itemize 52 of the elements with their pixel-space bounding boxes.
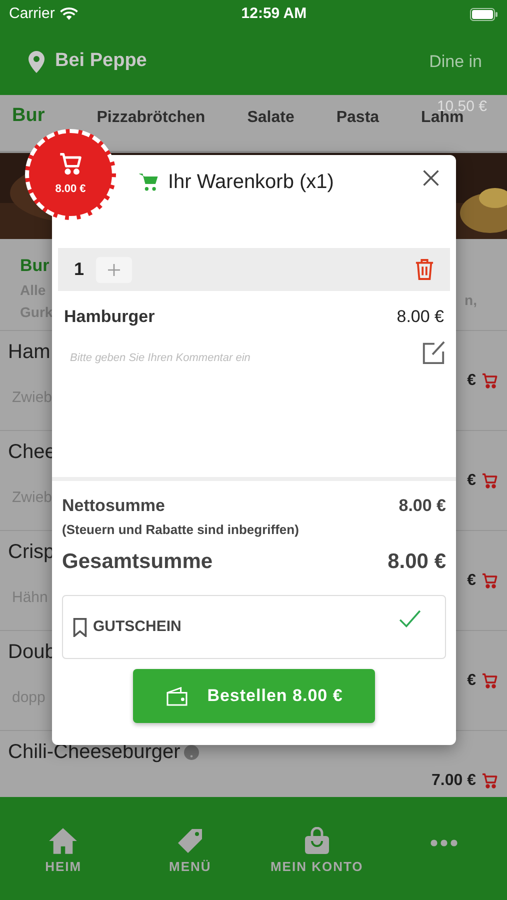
cart-item-name: Hamburger (64, 306, 155, 328)
item-price: € (467, 671, 476, 691)
tax-note: (Steuern und Rabatte sind inbegriffen) (62, 521, 300, 539)
grand-total-label: Gesamtsumme (62, 548, 213, 574)
trash-icon[interactable] (415, 259, 434, 280)
info-icon[interactable] (184, 744, 200, 760)
category-tab[interactable]: Bur (12, 102, 45, 130)
cart-icon[interactable] (481, 672, 499, 690)
more-icon[interactable] (430, 839, 458, 847)
grand-total-value: 8.00 € (388, 548, 446, 574)
cart-icon[interactable] (481, 472, 499, 490)
item-price: € (467, 471, 476, 491)
tag-icon[interactable] (176, 827, 204, 855)
item-name: Chili-Cheeseburger (8, 740, 180, 765)
dialog-title: Ihr Warenkorb (x1) (168, 170, 334, 195)
cart-icon[interactable] (481, 572, 499, 590)
plus-icon (108, 264, 120, 276)
category-tab[interactable]: Pasta (336, 106, 380, 130)
bookmark-icon (73, 618, 87, 636)
category-title: Bur (20, 255, 50, 277)
comment-field[interactable]: Bitte geben Sie Ihren Kommentar ein (70, 350, 370, 366)
net-total-label: Nettosumme (62, 494, 165, 516)
cart-icon[interactable] (481, 772, 499, 790)
category-tab[interactable]: Salate (247, 106, 294, 130)
wallet-icon (165, 686, 190, 706)
battery-icon (470, 8, 498, 20)
item-price: € (467, 371, 476, 391)
home-icon[interactable] (48, 827, 78, 855)
quantity-value: 1 (74, 258, 84, 281)
cart-item-price: 8.00 € (396, 306, 444, 328)
shopping-bag-icon[interactable] (304, 827, 330, 855)
location-pin-icon (28, 50, 45, 72)
restaurant-name: Bei Peppe (55, 49, 147, 74)
carrier-label: Carrier (9, 4, 55, 24)
category-tab[interactable]: Pizzabrötchen (96, 106, 206, 130)
wifi-icon (60, 7, 78, 21)
clock-time: 12:59 AM (241, 4, 307, 24)
plus-button[interactable] (96, 256, 132, 282)
cart-icon (58, 151, 84, 178)
cart-icon[interactable] (481, 372, 499, 390)
voucher-label: GUTSCHEIN (93, 616, 182, 637)
item-price: € (467, 571, 476, 591)
close-icon[interactable] (422, 169, 440, 187)
net-total-value: 8.00 € (398, 494, 446, 516)
cart-icon (138, 171, 160, 193)
edit-icon[interactable] (421, 340, 446, 364)
item-name: Ham (8, 340, 50, 365)
dine-mode-button[interactable]: Dine in (429, 48, 482, 74)
voucher-field[interactable]: GUTSCHEIN (62, 595, 446, 659)
badge-total: 8.00 € (55, 182, 86, 198)
item-price: 7.00 € (432, 771, 476, 791)
order-button[interactable]: Bestellen 8.00 € (133, 669, 375, 723)
